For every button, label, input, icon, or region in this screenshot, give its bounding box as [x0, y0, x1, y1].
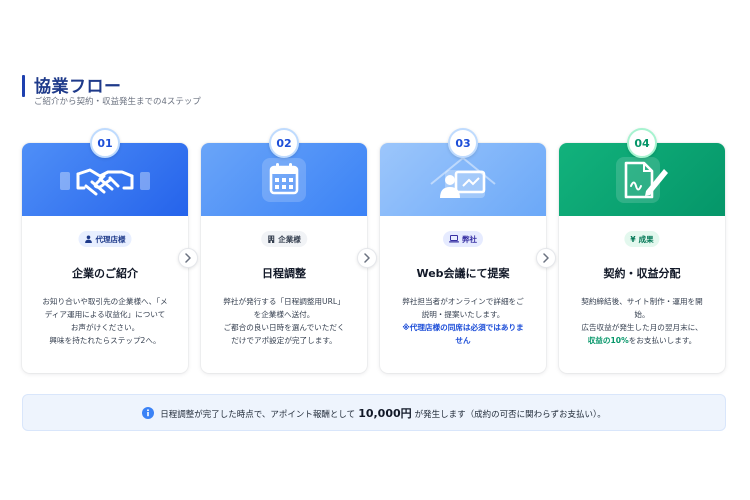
step-3-badge-label: 弊社 [462, 234, 477, 244]
step-3-line-2: 説明・提案いたします。 [421, 310, 505, 319]
step-card-2: 02 企業様 日程調整 弊社が発行する「日程調整用URL」 を企業様へ送付。 ご… [201, 128, 367, 373]
step-number-4: 04 [627, 128, 657, 158]
step-3-emphasis-line-2: せん [455, 336, 471, 345]
step-4-description: 契約締結後、サイト制作・運用を開 始。 広告収益が発生した月の翌月末に、 収益の… [569, 295, 715, 347]
reward-note-suffix: が発生します（成約の可否に関わらずお支払い）。 [414, 409, 606, 420]
step-4-badge: ¥ 成果 [624, 231, 660, 247]
title-accent-bar [22, 75, 25, 97]
reward-note: 日程調整が完了した時点で、アポイント報酬として 10,000円 が発生します（成約の… [22, 394, 726, 431]
step-number-2: 02 [269, 128, 299, 158]
step-3-emphasis-line-1: ※代理店様の同席は必須ではありま [402, 323, 524, 332]
laptop-icon [449, 235, 459, 243]
step-1-line-3: お声がけください。 [70, 323, 140, 332]
reward-note-text: 日程調整が完了した時点で、アポイント報酬として 10,000円 が発生します（成約の… [160, 405, 605, 421]
calendar-icon [262, 157, 306, 202]
step-1-title: 企業のご紹介 [72, 267, 138, 280]
step-2-description: 弊社が発行する「日程調整用URL」 を企業様へ送付。 ご都合の良い日時を選んでい… [211, 295, 357, 347]
next-arrow-1 [178, 248, 198, 268]
page-subtitle: ご紹介から契約・収益発生までの4ステップ [34, 97, 201, 107]
chevron-right-icon [364, 253, 370, 263]
step-1-line-1: お知り合いや取引先の企業様へ、「メ [42, 297, 168, 306]
step-4-badge-label: 成果 [638, 234, 654, 244]
step-4-line-3: 広告収益が発生した月の翌月末に、 [581, 323, 703, 332]
step-2-line-4: だけでアポ設定が完了します。 [231, 336, 337, 345]
step-2-line-1: 弊社が発行する「日程調整用URL」 [223, 297, 345, 306]
reward-amount: 10,000円 [358, 406, 412, 420]
step-4-line-1: 契約締結後、サイト制作・運用を開 [581, 297, 703, 306]
step-3-badge: 弊社 [443, 231, 483, 247]
step-2-line-2: を企業様へ送付。 [253, 310, 315, 319]
next-arrow-2 [357, 248, 377, 268]
step-4-highlight-suffix: をお支払いします。 [628, 336, 697, 345]
step-1-badge: 代理店様 [78, 231, 132, 247]
step-2-line-3: ご都合の良い日時を選んでいただく [223, 323, 345, 332]
step-1-description: お知り合いや取引先の企業様へ、「メ ディア運用による収益化」について お声がけく… [32, 295, 178, 347]
person-icon [85, 235, 92, 243]
chevron-right-icon [543, 253, 549, 263]
step-1-badge-label: 代理店様 [95, 234, 126, 244]
step-card-3: 03 弊社 Web会議にて提案 弊社担当者がオンラインで詳細をご 説明・提案いた… [380, 128, 546, 373]
chevron-right-icon [185, 253, 191, 263]
building-icon [268, 235, 275, 243]
step-number-3: 03 [448, 128, 478, 158]
presentation-icon [430, 156, 496, 198]
contract-sign-icon [616, 156, 668, 203]
step-4-title: 契約・収益分配 [603, 267, 681, 280]
step-2-badge: 企業様 [261, 231, 307, 247]
step-4-highlight: 収益の10% [587, 336, 629, 345]
step-1-line-4: 興味を持たれたらステップ2へ。 [49, 336, 161, 345]
handshake-icon [60, 168, 150, 195]
step-3-line-1: 弊社担当者がオンラインで詳細をご [402, 297, 524, 306]
step-4-line-2: 始。 [634, 310, 650, 319]
step-3-description: 弊社担当者がオンラインで詳細をご 説明・提案いたします。 ※代理店様の同席は必須… [390, 295, 536, 347]
step-card-1: 01 代理店様 企業のご紹介 お知り合いや取引先の企業様へ、「メ ディア運用によ… [22, 128, 188, 373]
step-4-line-4: 収益の10%をお支払いします。 [569, 334, 715, 347]
yen-icon: ¥ [630, 234, 636, 244]
step-1-line-2: ディア運用による収益化」について [44, 310, 166, 319]
step-card-4: 04 ¥ 成果 契約・収益分配 契約締結後、サイト制作・運用を開 始。 広告収益… [559, 128, 725, 373]
reward-note-prefix: 日程調整が完了した時点で、アポイント報酬として [160, 409, 356, 420]
step-3-title: Web会議にて提案 [416, 267, 510, 280]
step-2-title: 日程調整 [262, 267, 306, 280]
next-arrow-3 [536, 248, 556, 268]
step-number-1: 01 [90, 128, 120, 158]
info-icon [142, 406, 155, 419]
step-2-badge-label: 企業様 [278, 234, 301, 244]
page-title: 協業フロー [34, 77, 122, 97]
